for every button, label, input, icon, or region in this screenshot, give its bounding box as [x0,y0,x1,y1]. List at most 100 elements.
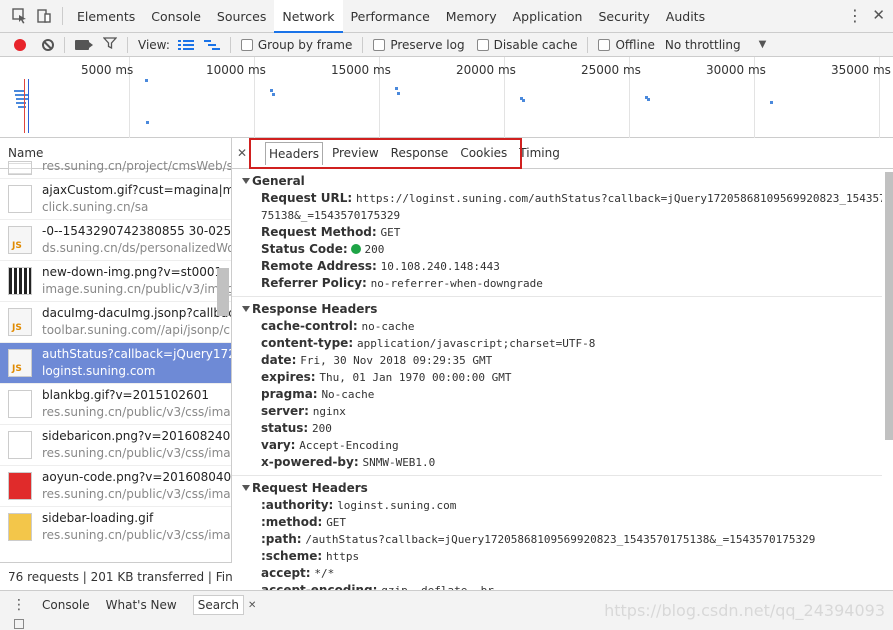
inspect-element-icon[interactable] [8,4,32,28]
request-row[interactable]: aoyun-code.png?v=2016080401 res.suning.cn… [0,466,231,507]
tab-memory[interactable]: Memory [438,0,505,33]
request-list-scrollbar[interactable] [217,268,229,316]
header-value: SNMW-WEB1.0 [362,456,436,469]
drawer-tab-what-s-new[interactable]: What's New [106,598,177,612]
request-row[interactable]: -0--1543290742380855 30-025-s ds.suning.c… [0,220,231,261]
network-overview[interactable]: 5000 ms 10000 ms 15000 ms 20000 ms 25000 ms 3… [0,57,893,138]
network-summary-status: 76 requests | 201 KB transferred | Finis… [0,562,232,590]
header-value: */* [314,567,335,580]
request-row[interactable]: new-down-img.png?v=st0001 image.suning.cn… [0,261,231,302]
tab-application[interactable]: Application [505,0,591,33]
toolbar-separator [64,36,65,53]
match-case-checkbox[interactable] [14,619,24,629]
header-row: expires: Thu, 01 Jan 1970 00:00:00 GMT [232,369,882,386]
drawer-menu-icon[interactable]: ⋮ [12,597,26,613]
panel-tabs: Elements Console Sources Network Performance… [69,0,713,33]
request-row[interactable]: sidebaricon.png?v=2016082401 res.suning.c… [0,425,231,466]
close-devtools-icon[interactable]: ✕ [872,6,885,24]
throttling-select[interactable]: No throttling [665,38,741,52]
toolbar-separator [229,36,231,53]
more-options-icon[interactable]: ⋮ [847,6,863,25]
close-search-tab-icon[interactable]: ✕ [248,600,256,611]
overview-request-dot [522,99,525,102]
filter-icon[interactable] [102,37,118,52]
header-name: :method: [261,515,323,529]
header-value: GET [326,516,347,529]
offline-checkbox[interactable] [598,38,611,51]
overview-request-dot [397,92,400,95]
large-rows-icon[interactable] [177,39,194,51]
file-type-icon [8,472,32,500]
request-row[interactable]: sidebar-loading.gif res.suning.cn/public/… [0,507,231,544]
offline-label: Offline [615,37,655,52]
close-detail-icon[interactable]: ✕ [237,146,249,160]
tab-security[interactable]: Security [590,0,657,33]
overview-tick-label: 30000 ms [706,63,766,77]
request-list: res.suning.cn/project/cmsWeb/s... ajaxCus… [0,153,231,544]
chevron-down-icon[interactable]: ▼ [759,39,767,50]
group-by-frame-checkbox[interactable] [240,38,253,51]
request-domain: res.suning.cn/public/v3/css/imag [42,446,231,460]
header-name: vary: [261,438,296,452]
request-domain: toolbar.suning.com//api/jsonp/c [42,323,231,337]
header-row: :scheme: https [232,548,882,565]
request-row[interactable]: blankbg.gif?v=2015102601 res.suning.cn/pu… [0,384,231,425]
tab-performance[interactable]: Performance [343,0,438,33]
watermark: https://blog.csdn.net/qq_24394093 [604,601,885,620]
file-type-icon [8,349,32,377]
overview-request-dot [146,121,149,124]
request-name: aoyun-code.png?v=2016080401 [42,470,231,484]
tab-audits[interactable]: Audits [658,0,713,33]
tab-console[interactable]: Console [143,0,209,33]
header-value: 75138&_=1543570175329 [261,209,401,222]
request-row[interactable]: authStatus?callback=jQuery1720 loginst.su… [0,343,231,384]
header-name: :scheme: [261,549,323,563]
triangle-down-icon [242,306,250,312]
request-domain: res.suning.cn/public/v3/css/imag [42,487,231,501]
tab-elements[interactable]: Elements [69,0,143,33]
request-list-panel: Name res.suning.cn/project/cmsWeb/s... aj… [0,138,232,590]
request-row[interactable]: ajaxCustom.gif?cust=magina|mt| click.suni… [0,179,231,220]
group-by-frame-label: Group by frame [257,37,353,52]
section-toggle[interactable]: Request Headers [232,480,882,497]
header-row: accept-encoding: gzip, deflate, br [232,582,882,590]
section-request-headers: Request Headers:authority: loginst.sunin… [232,480,882,590]
tab-separator [62,7,63,25]
drawer-tab-search[interactable]: Search [192,595,244,615]
request-name: -0--1543290742380855 30-025-s [42,224,231,238]
detail-tab-timing[interactable]: Timing [516,142,563,165]
overview-request-dot [647,98,650,101]
device-toolbar-icon[interactable] [32,4,56,28]
header-row: status: 200 [232,420,882,437]
header-name: server: [261,404,309,418]
screenshot-capture-icon[interactable] [75,39,93,50]
tab-sources[interactable]: Sources [209,0,274,33]
view-label: View: [138,37,170,52]
disable-cache-checkbox[interactable] [476,38,489,51]
request-row[interactable]: dacuImg-dacuImg.jsonp?callback toolbar.su… [0,302,231,343]
header-value: loginst.suning.com [337,499,457,512]
header-row: Status Code: 200 [232,241,882,258]
header-name: Remote Address: [261,259,377,273]
detail-scrollbar[interactable] [885,172,893,440]
tab-network[interactable]: Network [274,0,343,33]
request-row[interactable]: res.suning.cn/project/cmsWeb/s... [0,153,231,179]
overview-waterfall-icon[interactable] [203,39,220,51]
request-domain: image.suning.cn/public/v3/imag [42,282,231,296]
request-domain: res.suning.cn/public/v3/css/imag [42,405,231,419]
section-toggle[interactable]: General [232,173,882,190]
header-row: :authority: loginst.suning.com [232,497,882,514]
header-value: 10.108.240.148:443 [380,260,500,273]
preserve-log-checkbox[interactable] [373,38,386,51]
header-name: x-powered-by: [261,455,359,469]
overview-tick-label: 5000 ms [81,63,134,77]
drawer-tab-console[interactable]: Console [42,598,90,612]
header-row: Referrer Policy: no-referrer-when-downgr… [232,275,882,292]
drawer-search-options [0,619,893,630]
devtools-tabbar: Elements Console Sources Network Performance… [0,0,893,33]
clear-button[interactable] [42,38,54,51]
record-button[interactable] [14,38,26,51]
request-text: new-down-img.png?v=st0001 image.suning.cn… [42,264,231,298]
header-name: Status Code: [261,242,348,256]
section-toggle[interactable]: Response Headers [232,301,882,318]
